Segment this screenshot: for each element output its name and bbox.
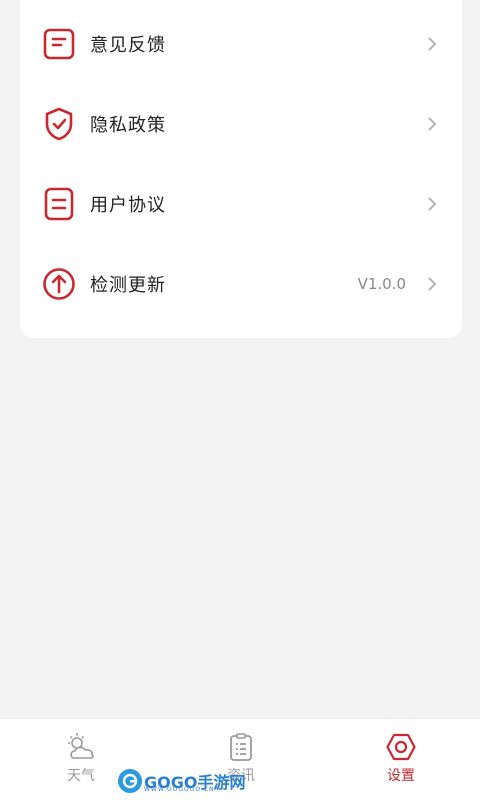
chevron-right-icon — [424, 116, 440, 132]
document-lines-icon — [42, 187, 76, 221]
tab-label: 天气 — [67, 768, 95, 784]
shield-check-icon — [42, 107, 76, 141]
settings-item-feedback[interactable]: 意见反馈 — [20, 4, 462, 84]
settings-item-update[interactable]: 检测更新 V1.0.0 — [20, 244, 462, 324]
settings-item-agreement[interactable]: 用户协议 — [20, 164, 462, 244]
arrow-up-circle-icon — [42, 267, 76, 301]
weather-icon — [64, 731, 98, 763]
settings-page: 意见反馈 隐私政策 用户协议 检测更新 V1.0.0 天气 资讯 设置 GOGO… — [0, 0, 480, 800]
clipboard-icon — [224, 731, 258, 763]
version-value: V1.0.0 — [357, 275, 406, 293]
chevron-right-icon — [424, 276, 440, 292]
settings-item-label: 检测更新 — [90, 275, 166, 296]
settings-item-privacy[interactable]: 隐私政策 — [20, 84, 462, 164]
watermark-subtext: WWW.GOGOGO.CN — [144, 786, 215, 793]
settings-item-label: 意见反馈 — [90, 35, 166, 56]
settings-hexagon-icon — [384, 731, 418, 763]
watermark-logo-icon — [118, 769, 142, 793]
tab-settings[interactable]: 设置 — [351, 719, 451, 800]
settings-card: 意见反馈 隐私政策 用户协议 检测更新 V1.0.0 — [20, 0, 462, 338]
settings-item-label: 隐私政策 — [90, 115, 166, 136]
watermark-logo: GOGO手游网 WWW.GOGOGO.CN — [118, 766, 245, 796]
settings-item-label: 用户协议 — [90, 195, 166, 216]
tab-weather[interactable]: 天气 — [31, 719, 131, 800]
feedback-icon — [42, 27, 76, 61]
chevron-right-icon — [424, 196, 440, 212]
tab-label: 设置 — [387, 768, 415, 784]
chevron-right-icon — [424, 36, 440, 52]
